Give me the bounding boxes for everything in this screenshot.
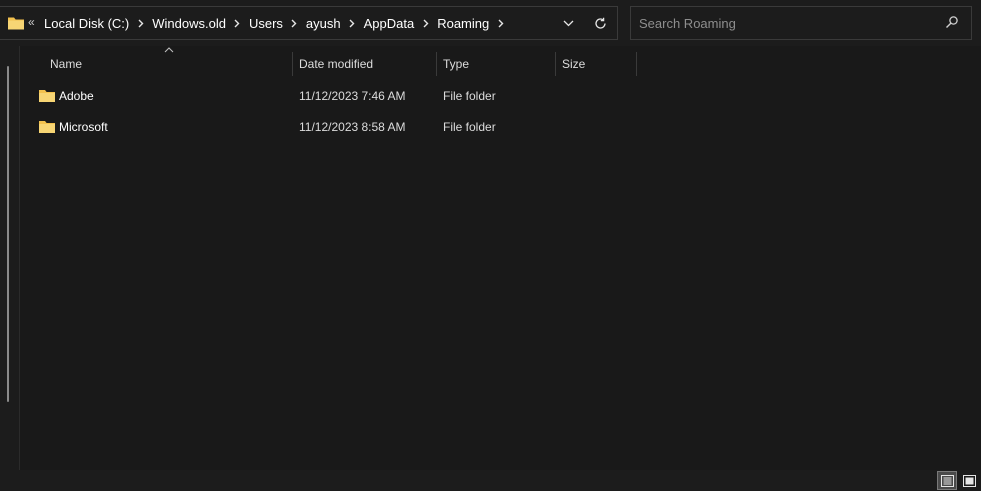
file-name: Microsoft: [59, 119, 108, 134]
status-bar: [0, 470, 981, 491]
file-name-cell: Microsoft: [38, 111, 108, 142]
search-icon: [946, 16, 958, 28]
file-explorer-window: « Local Disk (C:) Windows.old Users ayus…: [0, 0, 981, 491]
search-input[interactable]: [639, 13, 929, 33]
file-name: Adobe: [59, 88, 94, 103]
details-view-button[interactable]: [937, 471, 957, 490]
chevron-down-icon: [563, 20, 573, 26]
chevron-right-icon[interactable]: [283, 19, 306, 28]
breadcrumb: Local Disk (C:) Windows.old Users ayush …: [44, 7, 512, 39]
details-view-icon: [940, 474, 954, 487]
breadcrumb-appdata[interactable]: AppData: [364, 16, 415, 31]
chevron-right-icon[interactable]: [489, 19, 512, 28]
column-header-name[interactable]: Name: [44, 52, 294, 76]
address-bar[interactable]: « Local Disk (C:) Windows.old Users ayus…: [0, 6, 618, 40]
column-headers: Name Date modified Type Size: [20, 46, 981, 80]
navigation-pane-scrollbar[interactable]: [7, 66, 9, 402]
file-date-modified: 11/12/2023 8:58 AM: [299, 119, 406, 134]
folder-icon: [39, 90, 55, 102]
table-row[interactable]: Adobe 11/12/2023 7:46 AM File folder: [20, 80, 981, 111]
file-date-modified: 11/12/2023 7:46 AM: [299, 88, 406, 103]
address-overflow-button[interactable]: «: [28, 15, 35, 29]
large-icons-view-button[interactable]: [959, 471, 979, 490]
column-header-size[interactable]: Size: [556, 52, 636, 76]
refresh-button[interactable]: [590, 13, 610, 33]
chevron-right-icon[interactable]: [129, 19, 152, 28]
file-name-cell: Adobe: [38, 80, 94, 111]
search-box[interactable]: [630, 6, 972, 40]
breadcrumb-ayush[interactable]: ayush: [306, 16, 341, 31]
column-header-type[interactable]: Type: [437, 52, 555, 76]
column-divider[interactable]: [636, 52, 637, 76]
file-type: File folder: [443, 119, 496, 134]
large-icons-view-icon: [962, 474, 976, 487]
navigation-pane: [0, 46, 20, 470]
breadcrumb-windows-old[interactable]: Windows.old: [152, 16, 226, 31]
table-row[interactable]: Microsoft 11/12/2023 8:58 AM File folder: [20, 111, 981, 142]
breadcrumb-users[interactable]: Users: [249, 16, 283, 31]
breadcrumb-roaming[interactable]: Roaming: [437, 16, 489, 31]
refresh-icon: [594, 17, 606, 29]
column-header-date-modified[interactable]: Date modified: [293, 52, 435, 76]
chevron-right-icon[interactable]: [414, 19, 437, 28]
file-type: File folder: [443, 88, 496, 103]
search-button[interactable]: [945, 15, 961, 31]
chevron-right-icon[interactable]: [226, 19, 249, 28]
address-history-dropdown[interactable]: [558, 13, 578, 33]
breadcrumb-local-disk[interactable]: Local Disk (C:): [44, 16, 129, 31]
folder-icon: [39, 121, 55, 133]
folder-icon: [8, 17, 24, 30]
top-bar: « Local Disk (C:) Windows.old Users ayus…: [0, 0, 981, 46]
chevron-right-icon[interactable]: [341, 19, 364, 28]
